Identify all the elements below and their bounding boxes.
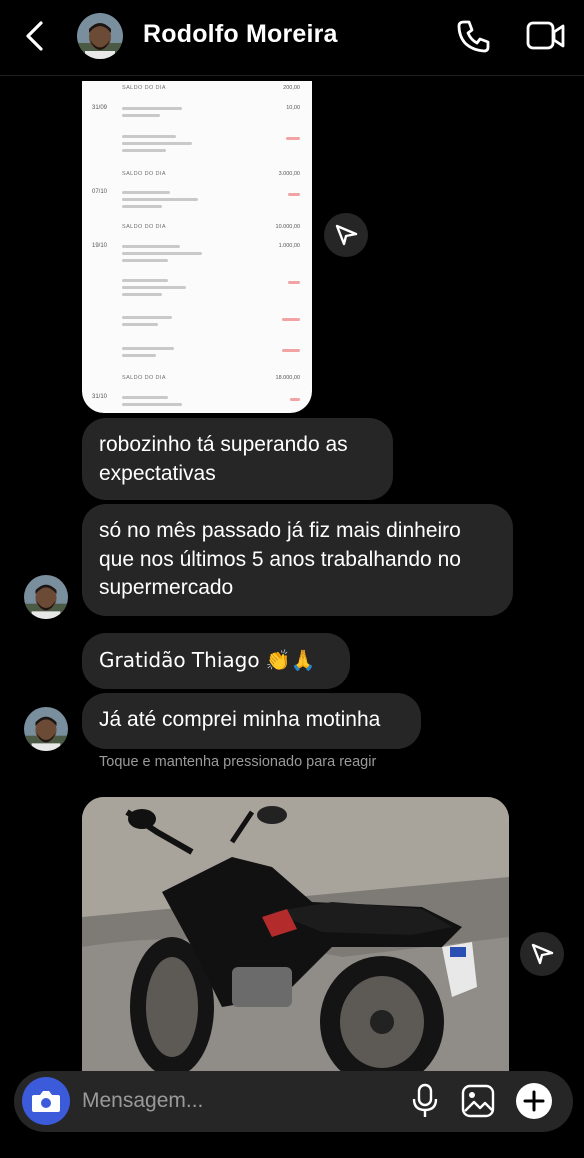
message-input[interactable]: Mensagem... — [82, 1089, 203, 1113]
send-icon — [335, 224, 358, 246]
statement-row: SALDO DO DIA 200,00 — [122, 85, 300, 91]
message-text: Gratidão Thiago 👏🙏 — [99, 648, 316, 672]
microphone-icon[interactable] — [410, 1083, 440, 1119]
message-bubble[interactable]: Gratidão Thiago 👏🙏 — [82, 633, 350, 689]
camera-button[interactable] — [22, 1077, 70, 1125]
statement-row — [82, 133, 312, 152]
contact-name[interactable]: Rodolfo Moreira — [143, 20, 338, 49]
statement-row: 19/10 1.000,00 — [82, 243, 312, 262]
chevron-left-icon[interactable] — [18, 18, 54, 54]
message-bubble[interactable]: robozinho tá superando as expectativas — [82, 418, 393, 500]
statement-row: SALDO DO DIA 3.000,00 — [122, 171, 300, 177]
statement-row: SALDO DO DIA 10.000,00 — [122, 224, 300, 230]
statement-row — [82, 277, 312, 296]
reaction-hint: Toque e mantenha pressionado para reagir — [99, 754, 377, 770]
statement-row: SALDO DO DIA 18.000,00 — [122, 375, 300, 381]
statement-row: 31/09 10,00 — [82, 105, 312, 117]
send-icon — [531, 943, 554, 965]
motorcycle-photo[interactable] — [82, 797, 509, 1087]
avatar[interactable] — [24, 707, 68, 751]
message-bubble[interactable]: Já até comprei minha motinha — [82, 693, 421, 749]
avatar[interactable] — [24, 575, 68, 619]
image-icon[interactable] — [460, 1083, 496, 1119]
camera-icon — [32, 1091, 60, 1112]
video-camera-icon[interactable] — [525, 17, 567, 55]
share-button[interactable] — [324, 213, 368, 257]
statement-image[interactable]: SALDO DO DIA 200,00 31/09 10,00 SALDO DO… — [82, 81, 312, 413]
share-button[interactable] — [520, 932, 564, 976]
plus-icon[interactable] — [516, 1083, 552, 1119]
statement-row — [82, 345, 312, 357]
message-bubble[interactable]: só no mês passado já fiz mais dinheiro q… — [82, 504, 513, 616]
statement-row — [82, 314, 312, 326]
statement-row: 31/10 — [82, 394, 312, 406]
statement-row: 07/10 — [82, 189, 312, 208]
phone-icon[interactable] — [455, 17, 493, 55]
avatar[interactable] — [77, 13, 123, 59]
